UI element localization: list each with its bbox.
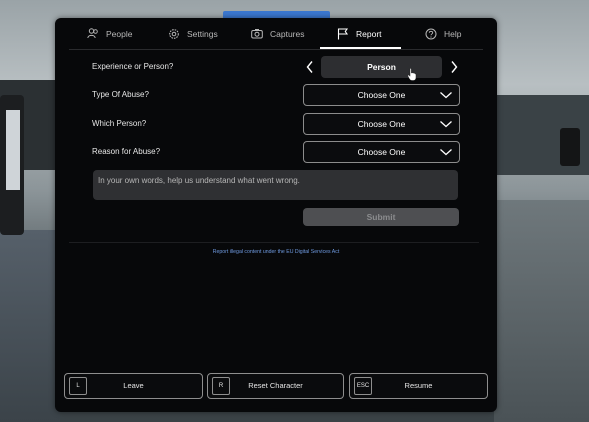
comment-placeholder: In your own words, help us understand wh… [98, 176, 300, 185]
experience-or-person-label: Experience or Person? [92, 62, 174, 71]
tab-report-label: Report [356, 28, 382, 39]
type-of-abuse-value: Choose One [357, 90, 406, 100]
resume-button[interactable]: ESC Resume [349, 373, 488, 399]
tab-help[interactable]: Help [425, 18, 461, 49]
experience-or-person-value: Person [321, 56, 442, 78]
which-person-row: Which Person? Choose One [55, 113, 497, 135]
hand-cursor-icon [407, 68, 417, 81]
type-of-abuse-label: Type Of Abuse? [92, 90, 149, 99]
type-of-abuse-dropdown[interactable]: Choose One [303, 84, 460, 106]
tab-captures[interactable]: Captures [251, 18, 305, 49]
scene-floor-left [0, 230, 60, 422]
tab-settings[interactable]: Settings [168, 18, 218, 49]
flag-icon [337, 27, 349, 40]
tab-report[interactable]: Report [337, 18, 382, 49]
reason-for-abuse-label: Reason for Abuse? [92, 147, 161, 156]
tab-settings-label: Settings [187, 28, 218, 39]
section-divider [69, 242, 479, 243]
reason-for-abuse-value: Choose One [357, 147, 406, 157]
submit-button[interactable]: Submit [303, 208, 459, 226]
tab-people-label: People [106, 28, 133, 39]
menu-tabs: People Settings Captures Report Help [55, 18, 497, 49]
chevron-down-icon [440, 92, 452, 99]
dsa-report-link[interactable]: Report illegal content under the EU Digi… [55, 249, 497, 255]
report-menu-panel: People Settings Captures Report Help Exp… [55, 18, 497, 412]
which-person-dropdown[interactable]: Choose One [303, 113, 460, 135]
help-icon [425, 28, 437, 40]
gear-icon [168, 28, 180, 40]
camera-icon [251, 28, 263, 39]
which-person-label: Which Person? [92, 119, 147, 128]
reset-character-label: Reset Character [248, 381, 303, 390]
player-character-right [560, 128, 580, 166]
chevron-right-icon [451, 61, 458, 73]
chevron-down-icon [440, 149, 452, 156]
chevron-left-icon [306, 61, 313, 73]
which-person-value: Choose One [357, 119, 406, 129]
comment-textarea[interactable]: In your own words, help us understand wh… [93, 170, 458, 200]
experience-or-person-cycler: Person [303, 56, 460, 78]
reset-character-button[interactable]: R Reset Character [207, 373, 344, 399]
scene-floor-right [494, 200, 589, 422]
tabs-divider [69, 49, 483, 50]
experience-or-person-row: Experience or Person? Person [55, 56, 497, 78]
tab-help-label: Help [444, 28, 462, 39]
tab-people[interactable]: People [87, 18, 132, 49]
chevron-down-icon [440, 121, 452, 128]
type-of-abuse-row: Type Of Abuse? Choose One [55, 84, 497, 106]
cycler-next-button[interactable] [447, 59, 461, 75]
tab-captures-label: Captures [270, 28, 305, 39]
cycler-prev-button[interactable] [303, 59, 317, 75]
resume-label: Resume [404, 381, 433, 390]
reason-for-abuse-dropdown[interactable]: Choose One [303, 141, 460, 163]
reason-for-abuse-row: Reason for Abuse? Choose One [55, 141, 497, 163]
leave-label: Leave [123, 381, 144, 390]
people-icon [87, 28, 99, 39]
leave-button[interactable]: L Leave [64, 373, 203, 399]
player-character-left-arm [6, 110, 20, 190]
